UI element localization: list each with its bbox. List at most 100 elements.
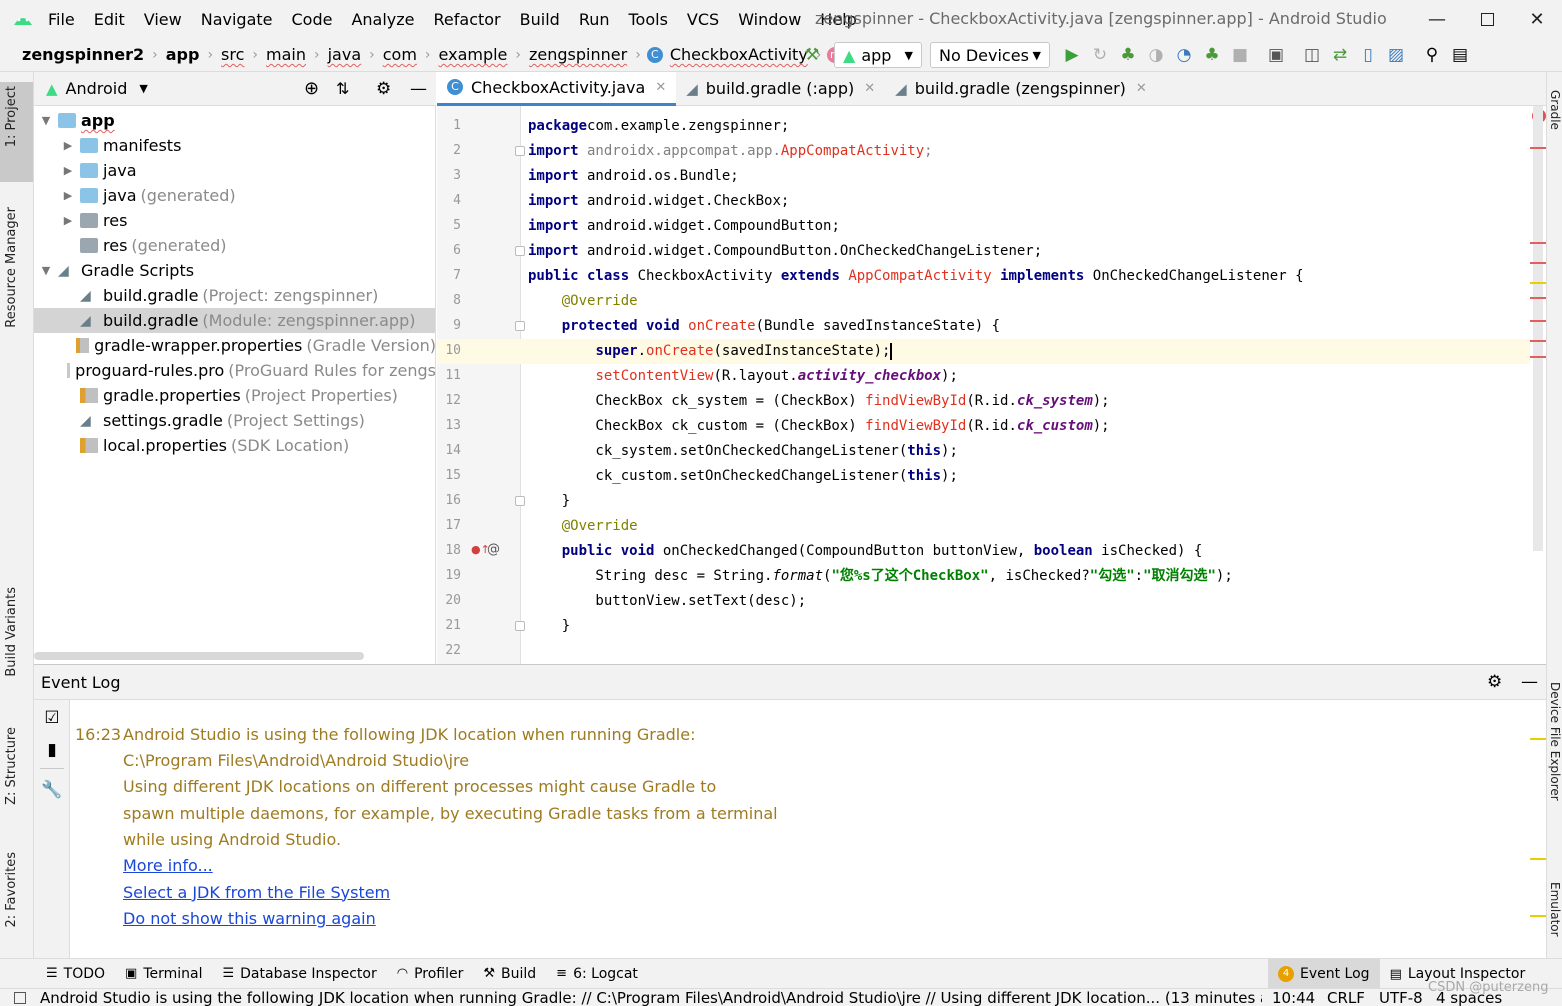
profile-button[interactable]: ◔ bbox=[1170, 41, 1198, 69]
scrollbar-thumb[interactable] bbox=[1533, 106, 1543, 551]
code-line[interactable]: String desc = String.format("您%s了这个Check… bbox=[528, 564, 1232, 589]
sync-gradle-button[interactable]: ▣ bbox=[1262, 41, 1290, 69]
tree-row[interactable]: ▶ java bbox=[34, 158, 435, 183]
menu-view[interactable]: View bbox=[144, 10, 192, 29]
code-line[interactable]: super.onCreate(savedInstanceState); bbox=[528, 339, 892, 364]
avd-manager-button[interactable]: ⇄ bbox=[1326, 41, 1354, 69]
warning-stripe[interactable] bbox=[1530, 282, 1546, 284]
tree-row[interactable]: ◢ settings.gradle (Project Settings) bbox=[34, 408, 435, 433]
editor-tab[interactable]: C CheckboxActivity.java ✕ bbox=[437, 71, 677, 106]
log-link[interactable]: Do not show this warning again bbox=[123, 909, 376, 928]
collapse-arrow-icon[interactable]: ▶ bbox=[60, 214, 76, 227]
tool-tab-gradle[interactable]: Gradle bbox=[1548, 90, 1562, 130]
error-stripe[interactable] bbox=[1530, 356, 1546, 358]
chevron-down-icon[interactable]: ▼ bbox=[139, 82, 147, 95]
error-stripe[interactable] bbox=[1530, 262, 1546, 264]
tree-row[interactable]: ◢ build.gradle (Project: zengspinner) bbox=[34, 283, 435, 308]
attach-debugger-button[interactable]: ♣ bbox=[1198, 41, 1226, 69]
collapse-arrow-icon[interactable]: ▶ bbox=[60, 164, 76, 177]
code-line[interactable]: public void onCheckedChanged(CompoundBut… bbox=[528, 539, 1203, 564]
tool-tab-build-variants[interactable]: Build Variants bbox=[4, 587, 19, 677]
code-line[interactable]: buttonView.setText(desc); bbox=[528, 589, 806, 614]
tree-row[interactable]: ▶ manifests bbox=[34, 133, 435, 158]
debug-button[interactable]: ♣ bbox=[1114, 41, 1142, 69]
code-editor[interactable]: packagecom.example.zengspinner; import an… bbox=[521, 106, 1530, 664]
expand-arrow-icon[interactable]: ▼ bbox=[38, 264, 54, 277]
code-line[interactable]: import android.os.Bundle; bbox=[528, 164, 739, 189]
error-stripe[interactable] bbox=[1530, 242, 1546, 244]
menu-file[interactable]: File bbox=[48, 10, 85, 29]
gear-icon[interactable]: ⚙ bbox=[1487, 672, 1502, 692]
horizontal-scrollbar[interactable] bbox=[34, 652, 364, 660]
code-line[interactable]: ck_custom.setOnCheckedChangeListener(thi… bbox=[528, 464, 957, 489]
hide-panel-icon[interactable]: — bbox=[410, 79, 427, 99]
menu-run[interactable]: Run bbox=[579, 10, 620, 29]
tool-button-terminal[interactable]: ▣ Terminal bbox=[115, 959, 212, 989]
breadcrumb-item[interactable]: app bbox=[164, 45, 202, 64]
tree-row[interactable]: gradle-wrapper.properties (Gradle Version… bbox=[34, 333, 435, 358]
tool-button-profiler[interactable]: ◠ Profiler bbox=[387, 959, 474, 989]
code-line[interactable]: setContentView(R.layout.activity_checkbo… bbox=[528, 364, 957, 389]
tree-row[interactable]: ▶ res bbox=[34, 208, 435, 233]
tool-button-hammer[interactable]: ⚒ Build bbox=[473, 959, 546, 989]
run-button[interactable]: ▶ bbox=[1058, 41, 1086, 69]
breadcrumb-item[interactable]: zengspinner bbox=[527, 45, 629, 64]
code-line[interactable]: @Override bbox=[528, 289, 638, 314]
settings-button[interactable]: 🔧 bbox=[38, 776, 66, 804]
code-line[interactable]: @Override bbox=[528, 514, 638, 539]
tree-row[interactable]: ◢ build.gradle (Module: zengspinner.app) bbox=[34, 308, 435, 333]
coverage-button[interactable]: ◑ bbox=[1142, 41, 1170, 69]
make-project-button[interactable]: ⚒ bbox=[798, 41, 826, 69]
menu-build[interactable]: Build bbox=[520, 10, 570, 29]
locate-icon[interactable]: ⊕ bbox=[304, 78, 319, 99]
expand-arrow-icon[interactable]: ▼ bbox=[38, 114, 54, 127]
tree-row[interactable]: res (generated) bbox=[34, 233, 435, 258]
collapse-arrow-icon[interactable]: ▶ bbox=[60, 139, 76, 152]
tree-row[interactable]: ▼ app bbox=[34, 108, 435, 133]
tree-row[interactable]: gradle.properties (Project Properties) bbox=[34, 383, 435, 408]
code-line[interactable]: public class CheckboxActivity extends Ap… bbox=[528, 264, 1304, 289]
device-manager-button[interactable]: ◫ bbox=[1298, 41, 1326, 69]
tool-tab-structure[interactable]: Z: Structure bbox=[4, 727, 19, 805]
menu-tools[interactable]: Tools bbox=[629, 10, 678, 29]
tool-tab-resource-manager[interactable]: Resource Manager bbox=[4, 207, 19, 328]
sdk-manager-button[interactable]: ▯ bbox=[1354, 41, 1382, 69]
file-encoding[interactable]: UTF-8 bbox=[1379, 989, 1423, 1006]
collapse-all-icon[interactable]: ⇅ bbox=[336, 79, 349, 98]
status-message[interactable]: Android Studio is using the following JD… bbox=[40, 989, 1262, 1006]
close-tab-icon[interactable]: ✕ bbox=[864, 81, 875, 96]
search-everywhere-button[interactable]: ⚲ bbox=[1418, 41, 1446, 69]
error-stripe[interactable] bbox=[1530, 147, 1546, 149]
menu-vcs[interactable]: VCS bbox=[687, 10, 729, 29]
log-link[interactable]: Select a JDK from the File System bbox=[123, 883, 390, 902]
tool-button-database[interactable]: ☰ Database Inspector bbox=[213, 959, 387, 989]
tool-tab-emulator[interactable]: Emulator bbox=[1548, 882, 1562, 937]
project-view-mode[interactable]: Android bbox=[66, 79, 128, 98]
tree-row[interactable]: ▼ ◢ Gradle Scripts bbox=[34, 258, 435, 283]
stop-button[interactable]: ■ bbox=[1226, 41, 1254, 69]
menu-window[interactable]: Window bbox=[738, 10, 811, 29]
caret-position[interactable]: 10:44 bbox=[1272, 989, 1315, 1006]
tool-tab-project[interactable]: 1: Project bbox=[4, 86, 19, 147]
project-structure-button[interactable]: ▨ bbox=[1382, 41, 1410, 69]
code-line[interactable]: import androidx.appcompat.app.AppCompatA… bbox=[528, 139, 933, 164]
close-tab-icon[interactable]: ✕ bbox=[1136, 81, 1147, 96]
breadcrumb-item[interactable]: src bbox=[219, 45, 246, 64]
code-line[interactable]: } bbox=[528, 489, 570, 514]
settings-sync-button[interactable]: ▤ bbox=[1446, 41, 1474, 69]
tool-button-event-log[interactable]: 4 Event Log bbox=[1268, 959, 1380, 989]
menu-code[interactable]: Code bbox=[292, 10, 343, 29]
code-line[interactable]: CheckBox ck_custom = (CheckBox) findView… bbox=[528, 414, 1109, 439]
breadcrumb-item[interactable]: zengspinner2 bbox=[20, 45, 146, 64]
minimize-button[interactable]: — bbox=[1412, 0, 1462, 38]
log-link[interactable]: More info... bbox=[123, 856, 213, 875]
device-select[interactable]: No Devices ▼ bbox=[930, 42, 1050, 68]
code-line[interactable]: } bbox=[528, 614, 570, 639]
code-line[interactable]: import android.widget.CheckBox; bbox=[528, 189, 789, 214]
collapse-arrow-icon[interactable]: ▶ bbox=[60, 189, 76, 202]
code-line[interactable]: import android.widget.CompoundButton.OnC… bbox=[528, 239, 1042, 264]
annotation-at-icon[interactable]: @ bbox=[487, 542, 500, 557]
mark-all-read-button[interactable]: ☑ bbox=[38, 704, 66, 732]
editor-scrollbar[interactable]: ! bbox=[1530, 106, 1546, 664]
tool-button-logcat[interactable]: ≡ 6: Logcat bbox=[546, 959, 648, 989]
